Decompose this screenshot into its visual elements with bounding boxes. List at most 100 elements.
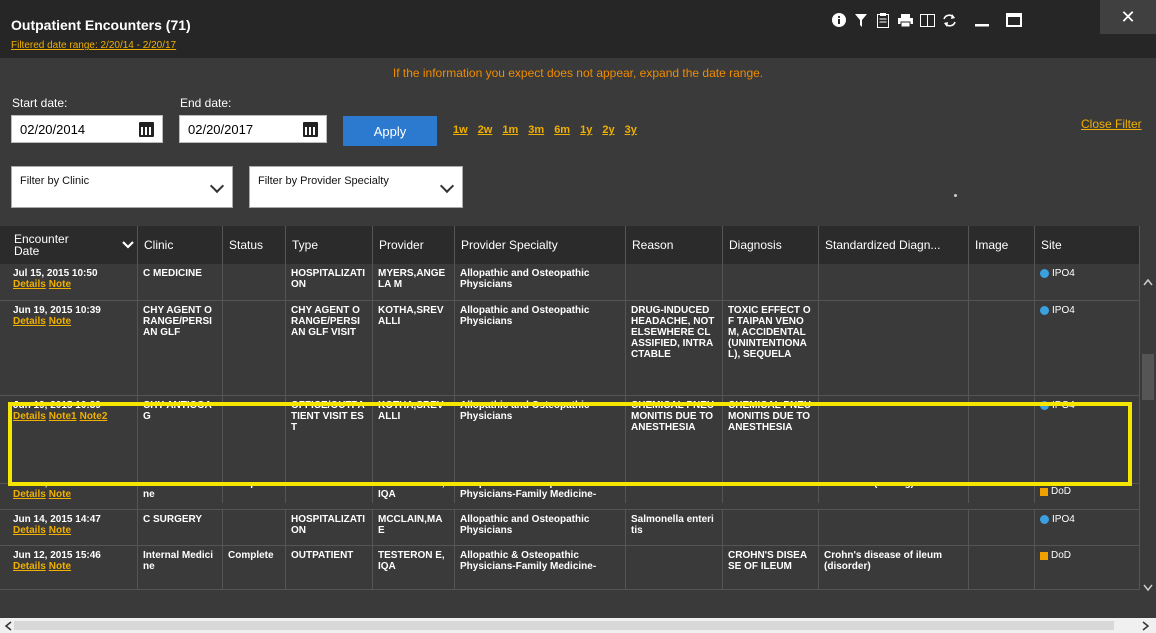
details-link[interactable]: Details [13,316,46,327]
provider-specialty-dropdown[interactable]: Filter by Provider Specialty [249,166,463,208]
range-1w-link[interactable]: 1w [453,124,468,136]
note-link[interactable]: Note [49,316,71,327]
range-2y-link[interactable]: 2y [602,124,614,136]
scroll-down-icon[interactable] [1143,584,1153,592]
table-row[interactable]: Jun 19, 2015 10:39 Details Note1 Note2 CHY A… [0,396,1140,484]
cell-diagnosis: CROHN'S DISEASE OF ILEUM [723,546,819,589]
range-6m-link[interactable]: 6m [554,124,570,136]
end-date-field[interactable]: 02/20/2017 [179,115,327,143]
column-header-encounter-date[interactable]: Encounter Date [8,226,138,264]
print-icon[interactable] [894,13,916,27]
clinic-text: C MEDICINE [143,268,202,279]
scroll-left-icon[interactable] [4,621,12,631]
cell-diagnosis [723,510,819,545]
encounter-date-text: Jun 14, 2015 14:47 [13,514,101,525]
range-3y-link[interactable]: 3y [625,124,637,136]
details-link[interactable]: Details [13,411,46,422]
reason-text: DRUG-INDUCED HEADACHE, NOT ELSEWHERE CLA… [631,305,715,360]
note1-link[interactable]: Note1 [49,411,77,422]
clipboard-icon[interactable] [872,12,894,28]
cell-standardized-diagnosis [819,396,969,483]
cell-reason [626,264,723,300]
details-link[interactable]: Details [13,489,46,500]
cell-reason: Salmonella enteritis [626,510,723,545]
encounters-table: Encounter Date Clinic Status Type Provider Pr… [0,226,1156,633]
filtered-date-range-link[interactable]: Filtered date range: 2/20/14 - 2/20/17 [11,40,176,51]
table-row[interactable]: Jun 15, 2015 10:00DetailsNote Internal Me… [0,484,1140,510]
reason-text: Salmonella enteritis [631,514,714,536]
note-link[interactable]: Note [49,525,71,536]
start-date-field[interactable]: 02/20/2014 [11,115,163,143]
calendar-icon[interactable] [303,121,318,137]
range-3m-link[interactable]: 3m [528,124,544,136]
cell-provider: TESTERON E, IQA [373,484,455,503]
cell-image [969,546,1035,589]
column-header-image[interactable]: Image [969,226,1035,264]
cell-image [969,264,1035,300]
table-row[interactable]: Jun 14, 2015 14:47 Details Note C SURGERY HO… [0,510,1140,546]
sort-chevron-icon[interactable] [122,238,134,252]
cell-reason: DRUG-INDUCED HEADACHE, NOT ELSEWHERE CLA… [626,301,723,395]
diagnosis-text: TOXIC EFFECT OF TAIPAN VENOM, ACCIDENTAL… [728,305,811,360]
outpatient-encounters-window: Outpatient Encounters (71) Filtered date… [0,0,1156,633]
clinic-text: Internal Medicine [143,550,214,572]
cell-image [969,510,1035,545]
vertical-scrollbar[interactable] [1140,264,1156,618]
refresh-icon[interactable] [938,13,960,27]
diagnosis-text: CROHN'S DISEASE OF ILEUM [728,550,808,572]
table-row[interactable]: Jul 15, 2015 10:50 Details Note C MEDICINE H… [0,264,1140,301]
scroll-right-icon[interactable] [1142,621,1150,631]
cell-provider-specialty: Allopathic and Osteopathic Physicians [455,396,626,483]
columns-icon[interactable] [916,13,938,27]
minimize-icon[interactable] [966,13,998,27]
status-text: Complete [228,484,274,489]
column-header-provider[interactable]: Provider [373,226,455,264]
clinic-filter-dropdown[interactable]: Filter by Clinic [11,166,233,208]
maximize-icon[interactable] [998,13,1030,27]
close-filter-link[interactable]: Close Filter [1081,117,1142,131]
column-header-site[interactable]: Site [1035,226,1140,264]
encounter-date-text: Jun 19, 2015 10:39 [13,305,101,316]
cell-status [223,396,286,483]
column-header-type[interactable]: Type [286,226,373,264]
close-button[interactable]: ✕ [1100,0,1156,34]
column-header-provider-specialty[interactable]: Provider Specialty [455,226,626,264]
table-row[interactable]: Jun 12, 2015 15:46 Details Note Internal Me… [0,546,1140,590]
range-1m-link[interactable]: 1m [502,124,518,136]
column-header-clinic[interactable]: Clinic [138,226,223,264]
cell-encounter-date: Jun 14, 2015 14:47 Details Note [8,510,138,545]
scroll-up-icon[interactable] [1143,278,1153,286]
cell-status [223,264,286,300]
column-header-standardized-diagnosis[interactable]: Standardized Diagn... [819,226,969,264]
details-link[interactable]: Details [13,561,46,572]
column-header-label: Image [975,238,1009,252]
column-header-label: Status [229,238,264,252]
details-link[interactable]: Details [13,525,46,536]
info-icon[interactable] [828,13,850,27]
apply-button[interactable]: Apply [343,116,437,146]
range-2w-link[interactable]: 2w [478,124,493,136]
cell-image [969,301,1035,395]
table-row[interactable]: Jun 19, 2015 10:39 Details Note CHY AGENT O… [0,301,1140,396]
calendar-icon[interactable] [139,121,154,137]
horizontal-scroll-thumb[interactable] [14,621,1114,630]
cell-type: CHY AGENT ORANGE/PERSIAN GLF VISIT [286,301,373,395]
note-link[interactable]: Note [49,279,71,290]
range-1y-link[interactable]: 1y [580,124,592,136]
provider-text: MYERS,ANGELA M [378,268,446,290]
type-text: HOSPITALIZATION [291,268,366,290]
cell-diagnosis: TOXIC EFFECT OF TAIPAN VENOM, ACCIDENTAL… [723,301,819,395]
cell-provider: MCCLAIN,MAE [373,510,455,545]
filter-icon[interactable] [850,13,872,27]
column-header-reason[interactable]: Reason [626,226,723,264]
details-link[interactable]: Details [13,279,46,290]
status-text: Complete [228,550,274,561]
note2-link[interactable]: Note2 [80,411,108,422]
column-header-status[interactable]: Status [223,226,286,264]
site-square-icon [1040,552,1048,560]
column-header-diagnosis[interactable]: Diagnosis [723,226,819,264]
note-link[interactable]: Note [49,489,71,500]
vertical-scroll-thumb[interactable] [1142,354,1154,400]
note-link[interactable]: Note [49,561,71,572]
provider-specialty-label: Filter by Provider Specialty [258,175,389,187]
